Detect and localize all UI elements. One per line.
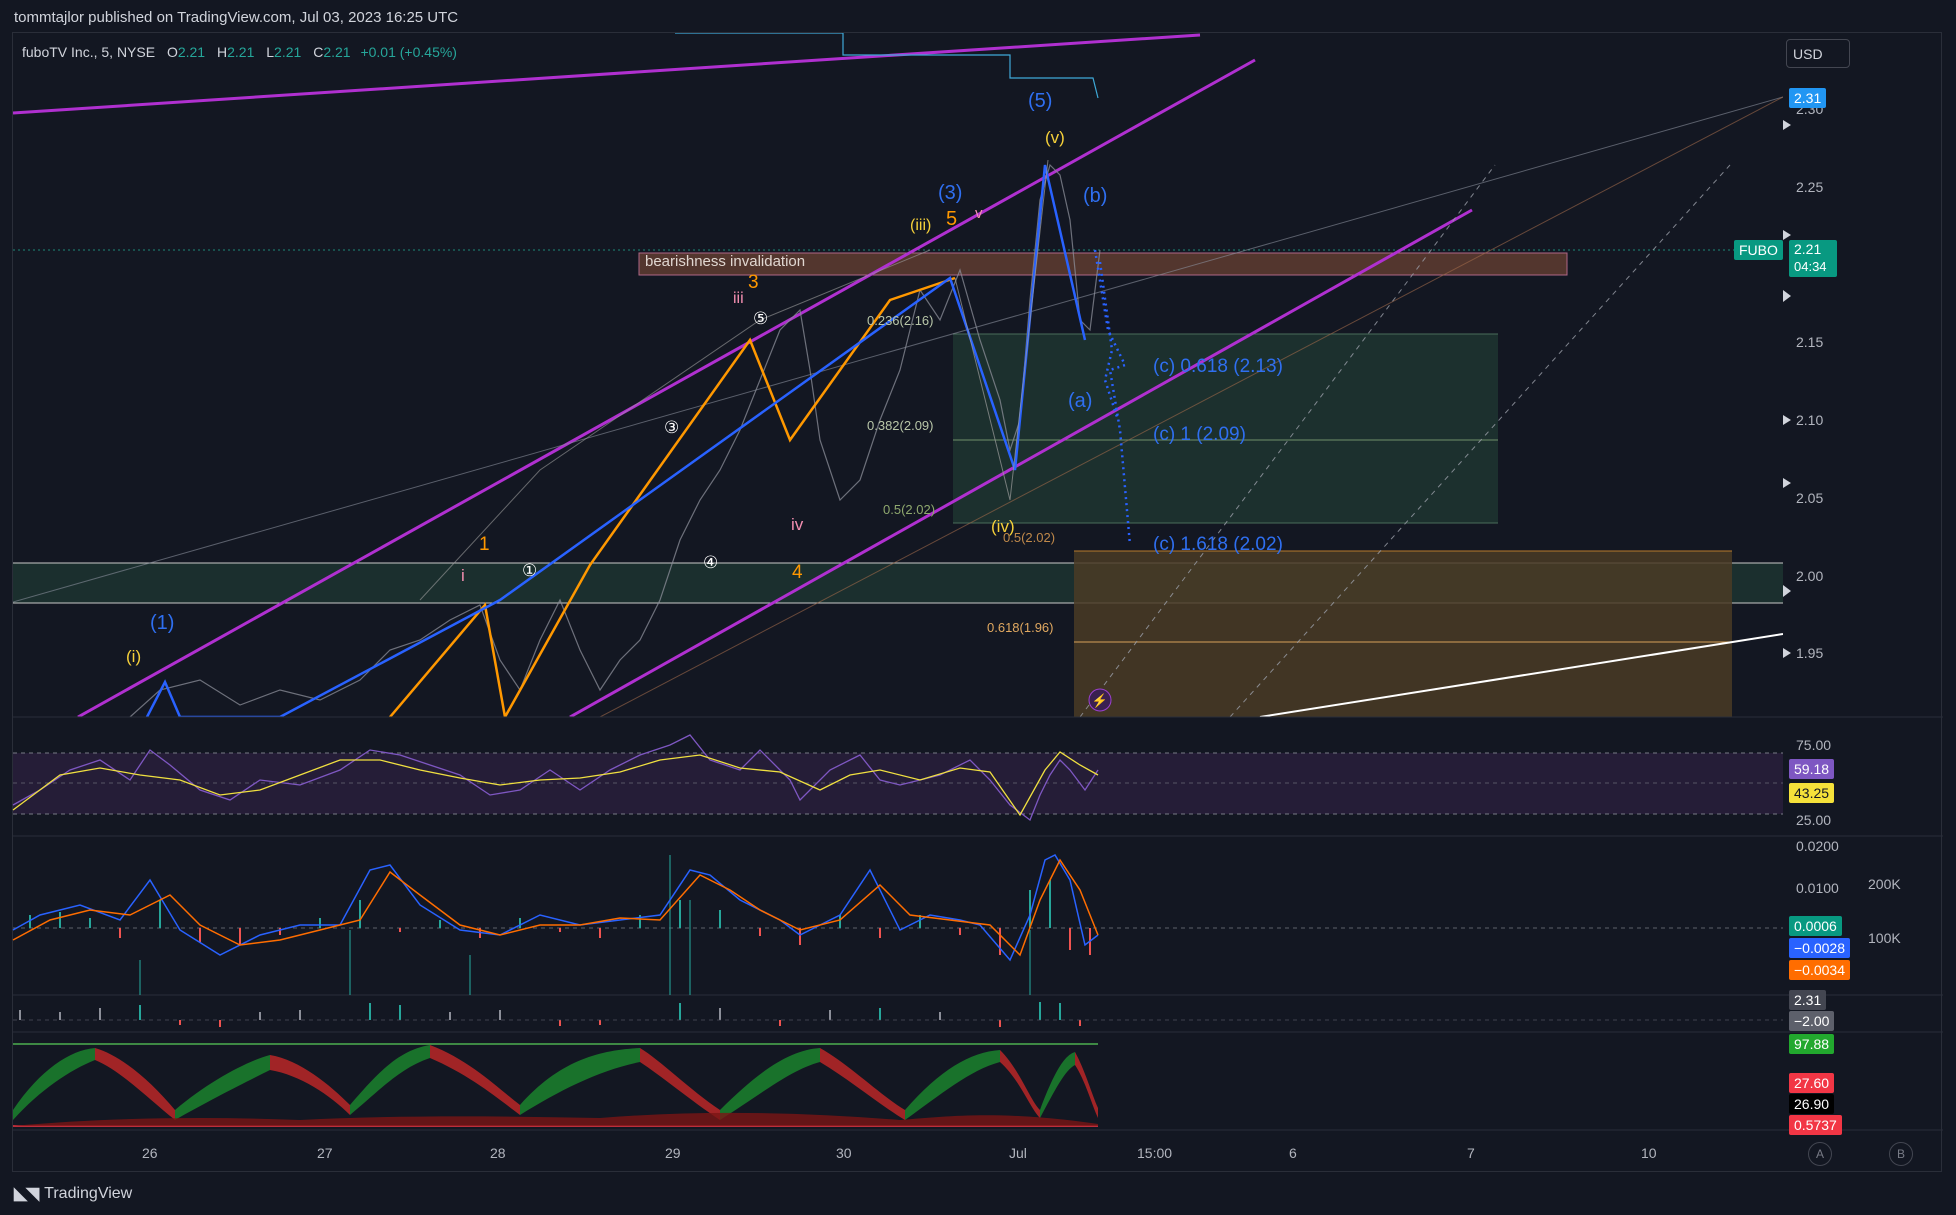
fib-zone-orange	[1074, 551, 1732, 717]
trend-area-green	[13, 1048, 95, 1120]
wave-label-i-yellow: (i)	[126, 647, 142, 666]
time-tick: 15:00	[1137, 1145, 1173, 1161]
wave-label-5-orange: 5	[946, 208, 958, 230]
price-tick: 2.00	[1796, 568, 1824, 584]
target-1-label: (c) 1 (2.09)	[1153, 424, 1246, 445]
volume-200k: 200K	[1868, 876, 1901, 892]
rsi-value-tag: 59.18	[1789, 759, 1835, 779]
price-tick: 2.10	[1796, 412, 1824, 428]
wave-label-5-blue: (5)	[1028, 90, 1053, 112]
time-tick: 29	[665, 1145, 681, 1161]
wave-label-v-small: v	[975, 205, 983, 222]
fib-0382-label: 0.382(2.09)	[867, 418, 934, 433]
wave-circle-5: ⑤	[753, 309, 769, 328]
wave-label-b: (b)	[1083, 185, 1108, 207]
wave-circle-1: ①	[522, 561, 538, 580]
wave-label-a: (a)	[1068, 390, 1093, 412]
pane3-value-a: 2.31	[1789, 990, 1827, 1010]
price-tick: 2.15	[1796, 334, 1824, 350]
footer-brand: TradingView	[44, 1185, 133, 1202]
pane4-value-c: 26.90	[1789, 1094, 1835, 1114]
rsi-upper: 75.00	[1796, 737, 1832, 753]
time-tick: Jul	[1009, 1145, 1027, 1161]
pane4-value-a: 97.88	[1789, 1034, 1835, 1054]
oscillator-bars	[19, 1002, 1081, 1027]
macd-signal	[12, 858, 1099, 957]
time-tick: 7	[1467, 1145, 1475, 1161]
time-tick: 28	[490, 1145, 506, 1161]
open-value: 2.21	[177, 44, 206, 60]
price-tick: 2.25	[1796, 179, 1824, 195]
b-button[interactable]: B	[1889, 1142, 1913, 1166]
wave-label-iv-pink: iv	[791, 515, 804, 534]
current-price-tag: 2.21 04:34	[1789, 240, 1837, 277]
orange-wave	[389, 276, 956, 717]
svg-text:⚡: ⚡	[1092, 693, 1108, 709]
pane3-value-b: −2.00	[1789, 1011, 1835, 1031]
pane4-value-b: 27.60	[1789, 1073, 1835, 1093]
high-value: 2.21	[227, 44, 255, 60]
wave-label-i-pink: i	[461, 566, 465, 585]
pane4-value-d: 0.5737	[1789, 1115, 1842, 1135]
wave-label-iv-yellow: (iv)	[991, 517, 1015, 536]
symbol-name: fuboTV Inc., 5, NYSE	[22, 44, 156, 60]
last-price-tag: 2.31	[1789, 88, 1827, 108]
wave-label-iii-pink: iii	[733, 290, 744, 307]
macd-line-tag: −0.0028	[1789, 938, 1850, 958]
wave-label-3-blue: (3)	[938, 182, 963, 204]
wave-label-4-orange: 4	[792, 562, 803, 583]
blue-wave	[145, 164, 1087, 717]
invalidation-label: bearishness invalidation	[645, 253, 806, 270]
wave-label-iii-yellow: (iii)	[910, 217, 932, 234]
price-tick: 1.95	[1796, 645, 1824, 661]
bar-countdown: 04:34	[1794, 259, 1827, 274]
close-value: 2.21	[323, 44, 351, 60]
wave-circle-3: ③	[664, 418, 680, 437]
wave-label-v-yellow: (v)	[1045, 128, 1065, 147]
fib-0618-label: 0.618(1.96)	[987, 620, 1054, 635]
footer[interactable]: ◣◥ TradingView	[14, 1184, 132, 1204]
macd-line	[12, 854, 1099, 962]
tradingview-logo-icon: ◣◥	[14, 1184, 39, 1203]
ticker-tag: FUBO	[1734, 240, 1783, 260]
wave-label-3-orange: 3	[748, 272, 759, 293]
macd-signal-tag: −0.0034	[1789, 960, 1850, 980]
price-tick: 2.05	[1796, 490, 1824, 506]
fib-0236-label: 0.236(2.16)	[867, 313, 934, 328]
time-tick: 26	[142, 1145, 158, 1161]
wave-label-1-blue: (1)	[150, 612, 175, 634]
time-tick: 27	[317, 1145, 333, 1161]
time-tick: 6	[1289, 1145, 1297, 1161]
target-1618-label: (c) 1.618 (2.02)	[1153, 534, 1283, 555]
low-value: 2.21	[274, 44, 302, 60]
wave-circle-4: ④	[703, 553, 719, 572]
rsi-signal-tag: 43.25	[1789, 783, 1835, 803]
current-price: 2.21	[1794, 241, 1822, 257]
time-tick: 30	[836, 1145, 852, 1161]
auto-scale-button[interactable]: A	[1808, 1142, 1832, 1166]
volume-100k: 100K	[1868, 930, 1901, 946]
change-value: +0.01 (+0.45%)	[360, 44, 457, 60]
macd-top: 0.0200	[1796, 838, 1839, 854]
macd-hist-tag: 0.0006	[1789, 916, 1842, 936]
macd-mid: 0.0100	[1796, 880, 1839, 896]
currency-button[interactable]: USD	[1786, 39, 1850, 68]
main-chart[interactable]: ⚡	[0, 0, 1956, 1215]
rsi-lower: 25.00	[1796, 812, 1832, 828]
target-0618-label: (c) 0.618 (2.13)	[1153, 356, 1283, 377]
time-tick: 10	[1641, 1145, 1657, 1161]
fib-05-label: 0.5(2.02)	[883, 502, 936, 517]
wave-label-1-orange: 1	[479, 534, 490, 555]
symbol-legend[interactable]: fuboTV Inc., 5, NYSE O2.21 H2.21 L2.21 C…	[22, 44, 457, 60]
